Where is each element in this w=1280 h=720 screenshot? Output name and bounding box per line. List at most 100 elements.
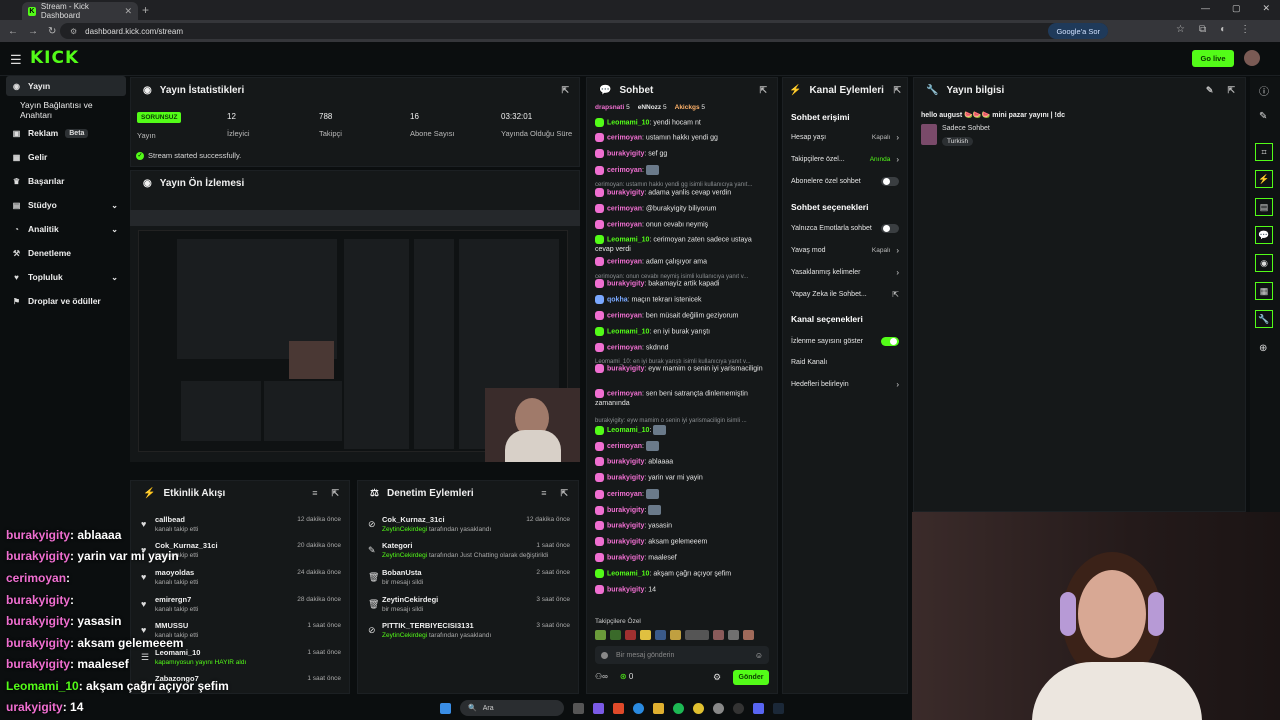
edge-icon[interactable] — [633, 702, 644, 714]
chat-username[interactable]: Leomami_10 — [607, 328, 649, 335]
sidebar-item-stream-key[interactable]: Yayın Bağlantısı ve Anahtarı — [6, 100, 126, 120]
stream-preview-video[interactable] — [130, 210, 580, 462]
chat-username[interactable]: cerimoyan — [607, 443, 642, 450]
points-counter[interactable]: ⊛ 0 — [620, 672, 633, 681]
chat-username[interactable]: Leomami_10 — [607, 236, 649, 243]
channel-action-item[interactable]: İzlenme sayısını göster — [791, 332, 899, 350]
channel-action-item[interactable]: Yasaklanmış kelimeler › — [791, 263, 899, 281]
chrome-icon[interactable] — [693, 702, 704, 714]
chat-username[interactable]: burakyigity — [607, 474, 644, 481]
google-ask-button[interactable]: Google'a Sor — [1048, 23, 1108, 39]
browser-tab[interactable]: K Stream - Kick Dashboard ✕ — [22, 2, 138, 20]
external-link-icon[interactable]: ⇱ — [759, 85, 767, 96]
sidebar-item-droplar[interactable]: ⚑ Droplar ve ödüller — [6, 291, 126, 311]
obs-icon[interactable] — [713, 702, 724, 714]
app-icon[interactable] — [613, 702, 624, 714]
chat-username[interactable]: cerimoyan — [607, 344, 642, 351]
external-link-icon[interactable]: ⇱ — [1227, 85, 1235, 96]
user-avatar[interactable] — [1244, 50, 1260, 66]
sidebar-item-topluluk[interactable]: ♥ Topluluk ⌄ — [6, 267, 126, 287]
lightning-icon[interactable]: ⚡ — [1255, 170, 1273, 188]
chat-username[interactable]: cerimoyan — [607, 205, 642, 212]
task-view-icon[interactable] — [573, 702, 584, 714]
chat-username[interactable]: cerimoyan — [607, 221, 642, 228]
sidebar-item-denetleme[interactable]: ⚒ Denetleme — [6, 243, 126, 263]
chat-username[interactable]: cerimoyan — [607, 134, 642, 141]
chat-icon[interactable]: 💬 — [1255, 226, 1273, 244]
steam-icon[interactable] — [773, 702, 784, 714]
preview-icon[interactable]: ◉ — [1255, 254, 1273, 272]
chat-username[interactable]: Leomami_10 — [607, 570, 649, 577]
sidebar-item-yayin[interactable]: ◉ Yayın — [6, 76, 126, 96]
chat-username[interactable]: cerimoyan — [607, 312, 642, 319]
bookmark-star-icon[interactable]: ☆ — [1176, 24, 1185, 35]
add-widget-icon[interactable]: ⊕ — [1259, 343, 1267, 354]
kick-logo[interactable]: KICK — [30, 48, 79, 68]
back-icon[interactable]: ← — [8, 26, 18, 37]
windows-start-icon[interactable] — [440, 702, 451, 714]
top-gifter[interactable]: eNNozz 5 — [638, 104, 667, 116]
chat-username[interactable]: burakyigity — [607, 280, 644, 287]
chat-username[interactable]: burakyigity — [607, 150, 644, 157]
sidebar-item-reklam[interactable]: ▣ Reklam Beta — [6, 123, 126, 143]
external-link-icon[interactable]: ⇱ — [560, 488, 568, 499]
filter-icon[interactable]: ≡ — [312, 488, 317, 498]
channel-action-item[interactable]: Abonelere özel sohbet — [791, 172, 899, 190]
chat-input[interactable]: Bir mesaj gönderin ☺ — [595, 646, 769, 664]
app-icon[interactable] — [593, 702, 604, 714]
top-gifter[interactable]: Akickgs 5 — [675, 104, 705, 116]
toggle-switch[interactable] — [881, 336, 899, 346]
users-icon[interactable]: ⚇∞ — [595, 672, 608, 681]
channel-action-item[interactable]: Yapay Zeka ile Sohbet... ⇱ — [791, 285, 899, 303]
menu-dots-icon[interactable]: ⋮ — [1240, 24, 1250, 35]
profile-icon[interactable]: ◐ — [1220, 24, 1226, 35]
chat-username[interactable]: cerimoyan — [607, 390, 642, 397]
filter-icon[interactable]: ≡ — [541, 488, 546, 498]
category-name[interactable]: Sadece Sohbet — [942, 125, 990, 132]
close-window-icon[interactable]: ✕ — [1262, 3, 1270, 14]
channel-action-item[interactable]: Hesap yaşı Kapalı › — [791, 128, 899, 146]
channel-action-item[interactable]: Yalnızca Emotlarla sohbet — [791, 219, 899, 237]
emote-picker-icon[interactable] — [601, 651, 608, 659]
reload-icon[interactable]: ↻ — [48, 26, 56, 37]
chat-username[interactable]: cerimoyan — [607, 491, 642, 498]
chat-username[interactable]: cerimoyan — [607, 167, 642, 174]
smiley-icon[interactable]: ☺ — [755, 651, 763, 660]
external-link-icon[interactable]: ⇱ — [561, 85, 569, 96]
sidebar-item-studyo[interactable]: ▤ Stüdyo ⌄ — [6, 195, 126, 215]
channel-action-item[interactable]: Raid Kanalı — [791, 353, 899, 371]
chat-username[interactable]: burakyigity — [607, 458, 644, 465]
spotify-icon[interactable] — [673, 702, 684, 714]
github-icon[interactable] — [733, 702, 744, 714]
forward-icon[interactable]: → — [28, 26, 38, 37]
sidebar-item-analitik[interactable]: ◔ Analitik ⌄ — [6, 219, 126, 239]
extensions-icon[interactable]: ⧉ — [1199, 24, 1206, 35]
folder-icon[interactable] — [653, 702, 664, 714]
external-link-icon[interactable]: ⇱ — [331, 488, 339, 499]
channel-action-item[interactable]: Yavaş mod Kapalı › — [791, 241, 899, 259]
layout-icon[interactable]: ⌗ — [1255, 143, 1273, 161]
channel-action-item[interactable]: Hedefleri belirleyin › — [791, 375, 899, 393]
maximize-icon[interactable]: ▢ — [1232, 3, 1241, 14]
edit-icon[interactable]: ✎ — [1206, 85, 1214, 96]
chat-username[interactable]: Leomami_10 — [607, 119, 649, 126]
stats-icon[interactable]: ▦ — [1255, 282, 1273, 300]
info-icon[interactable]: ⓘ — [1259, 83, 1269, 98]
chat-username[interactable]: burakyigity — [607, 365, 644, 372]
chat-username[interactable]: Leomami_10 — [607, 427, 649, 434]
pencil-icon[interactable]: ✎ — [1259, 111, 1267, 122]
go-live-button[interactable]: Go live — [1192, 50, 1234, 67]
hamburger-menu-icon[interactable]: ☰ — [10, 52, 22, 68]
channel-action-item[interactable]: Takipçilere özel... Anında › — [791, 150, 899, 168]
chat-username[interactable]: burakyigity — [607, 538, 644, 545]
chat-username[interactable]: burakyigity — [607, 189, 644, 196]
taskbar-search[interactable]: 🔍 Ara — [460, 700, 564, 716]
sidebar-item-gelir[interactable]: ▦ Gelir — [6, 147, 126, 167]
toggle-switch[interactable] — [881, 176, 899, 186]
sidebar-item-basarilar[interactable]: ♛ Başarılar — [6, 171, 126, 191]
chat-username[interactable]: qokha — [607, 296, 628, 303]
top-gifter[interactable]: drapsnati 5 — [595, 104, 630, 116]
send-button[interactable]: Gönder — [733, 670, 769, 685]
toggle-switch[interactable] — [881, 223, 899, 233]
chat-username[interactable]: burakyigity — [607, 522, 644, 529]
